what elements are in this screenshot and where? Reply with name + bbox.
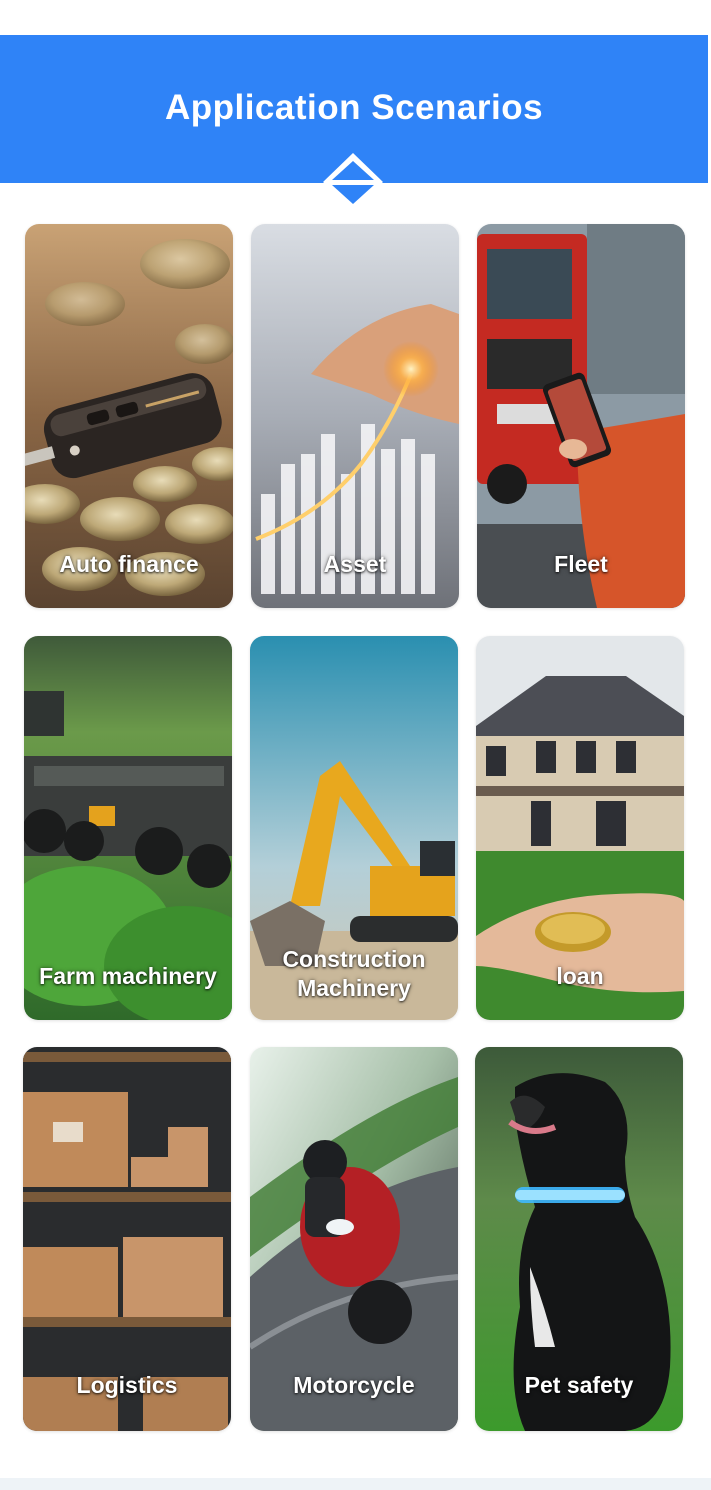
page-title: Application Scenarios (164, 88, 544, 127)
scenario-label: Pet safety (524, 1372, 634, 1398)
scenario-label: Fleet (554, 551, 608, 577)
scenario-label: Logistics (76, 1372, 178, 1398)
scenario-card-pet-safety[interactable]: Pet safety (475, 1047, 683, 1431)
scenario-card-logistics[interactable]: Logistics (23, 1047, 231, 1431)
scenario-label: loan (556, 963, 604, 989)
bottom-divider (0, 1478, 711, 1490)
scenario-card-motorcycle[interactable]: Motorcycle (250, 1047, 458, 1431)
scenario-label: Farm machinery (39, 963, 217, 989)
diamond-marker-icon (323, 153, 383, 211)
scenario-card-asset[interactable]: Asset (251, 224, 459, 608)
scenario-card-loan[interactable]: loan (476, 636, 684, 1020)
scenario-label: Construction Machinery (282, 946, 426, 1001)
scenario-label: Asset (323, 551, 387, 577)
scenario-label: Auto finance (59, 551, 199, 577)
scenario-label: Motorcycle (293, 1372, 415, 1398)
scenario-card-fleet[interactable]: Fleet (477, 224, 685, 608)
scenario-card-construction-machinery[interactable]: Construction Machinery (250, 636, 458, 1020)
scenario-card-farm-machinery[interactable]: Farm machinery (24, 636, 232, 1020)
scenario-card-auto-finance[interactable]: Auto finance (25, 224, 233, 608)
